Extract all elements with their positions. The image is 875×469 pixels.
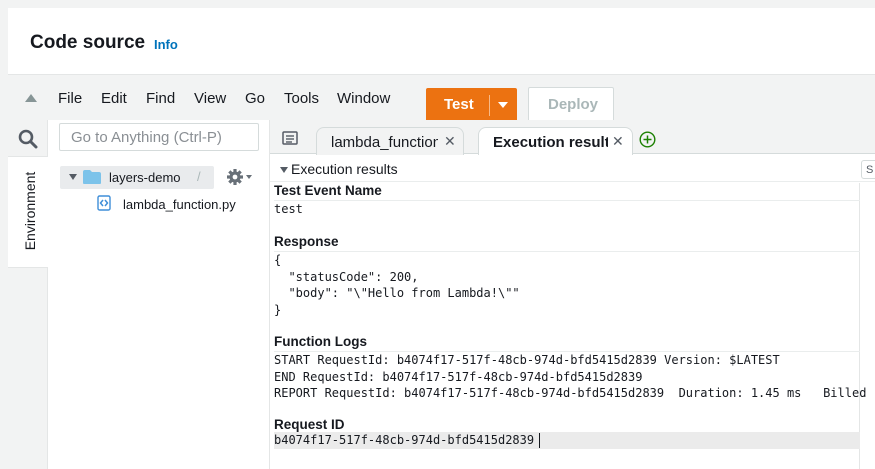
menu-bar: File Edit Find View Go Tools Window Test… [8, 74, 875, 123]
log-line: END RequestId: b4074f17-517f-48cb-974d-b… [274, 370, 643, 384]
response-heading: Response [274, 234, 339, 249]
file-explorer: layers-demo / lambda_function.py [48, 120, 270, 469]
results-header: Execution results S [270, 156, 875, 182]
divider [274, 351, 860, 352]
folder-label: layers-demo [109, 170, 181, 185]
folder-icon [83, 170, 101, 184]
text-cursor [539, 433, 540, 448]
response-line: "statusCode": 200, [274, 270, 419, 284]
search-icon[interactable] [18, 129, 38, 149]
test-event-value: test [274, 202, 303, 216]
menu-go[interactable]: Go [245, 90, 265, 107]
tab-execution-results[interactable]: Execution results ✕ [478, 127, 633, 155]
tab-label: lambda_function [331, 134, 438, 151]
folder-slash: / [197, 169, 201, 184]
response-line: } [274, 303, 282, 317]
test-button-label: Test [444, 96, 474, 113]
function-logs-heading: Function Logs [274, 334, 367, 349]
file-label: lambda_function.py [123, 197, 236, 212]
request-id-value: b4074f17-517f-48cb-974d-bfd5415d2839 [274, 433, 535, 447]
tab-bar: lambda_function ✕ Execution results ✕ [270, 120, 875, 155]
tab-lambda-function[interactable]: lambda_function ✕ [316, 127, 464, 155]
menu-find[interactable]: Find [146, 90, 175, 107]
chevron-down-icon[interactable] [280, 167, 288, 173]
request-id-field[interactable]: b4074f17-517f-48cb-974d-bfd5415d2839 [274, 432, 860, 449]
divider [274, 200, 860, 201]
editor-area: lambda_function ✕ Execution results ✕ Ex… [270, 120, 875, 469]
collapse-up-icon[interactable] [24, 93, 38, 103]
panel-header: Code source Info [8, 8, 875, 74]
deploy-button-label: Deploy [548, 96, 599, 113]
tab-label: Execution results [493, 134, 608, 151]
close-icon[interactable]: ✕ [444, 133, 456, 150]
menu-tools[interactable]: Tools [284, 90, 319, 107]
tree-expand-icon[interactable] [69, 174, 77, 180]
file-row[interactable]: lambda_function.py [96, 195, 246, 213]
menu-view[interactable]: View [194, 90, 226, 107]
environment-label: Environment [22, 171, 38, 251]
results-title: Execution results [291, 161, 398, 177]
response-line: { [274, 253, 282, 267]
info-link[interactable]: Info [154, 37, 178, 52]
page-title: Code source [30, 32, 146, 53]
divider [859, 183, 860, 469]
test-event-heading: Test Event Name [274, 183, 382, 198]
python-file-icon [97, 195, 111, 211]
response-line: "body": "\"Hello from Lambda!\"" [274, 286, 520, 300]
chevron-down-icon[interactable] [498, 102, 508, 108]
status-box[interactable]: S [861, 160, 875, 179]
gear-icon[interactable] [226, 167, 254, 187]
results-body: Test Event Name test Response { "statusC… [270, 183, 866, 469]
goto-anything-input[interactable] [59, 123, 259, 151]
divider [274, 251, 860, 252]
close-icon[interactable]: ✕ [612, 133, 624, 150]
code-source-panel: Code source Info File Edit Find View Go … [8, 8, 875, 469]
deploy-button[interactable]: Deploy [528, 87, 614, 122]
menu-file[interactable]: File [58, 90, 82, 107]
menu-window[interactable]: Window [337, 90, 390, 107]
environment-tab[interactable]: Environment [8, 156, 48, 268]
menu-edit[interactable]: Edit [101, 90, 127, 107]
side-strip: Environment [8, 120, 48, 469]
log-line: START RequestId: b4074f17-517f-48cb-974d… [274, 353, 780, 367]
tabs-menu-icon[interactable] [282, 131, 298, 145]
folder-row[interactable]: layers-demo / [60, 166, 214, 189]
test-button-divider [489, 95, 490, 116]
add-tab-icon[interactable] [639, 131, 656, 148]
request-id-heading: Request ID [274, 417, 345, 432]
log-line: REPORT RequestId: b4074f17-517f-48cb-974… [274, 386, 867, 400]
test-button[interactable]: Test [426, 88, 517, 123]
